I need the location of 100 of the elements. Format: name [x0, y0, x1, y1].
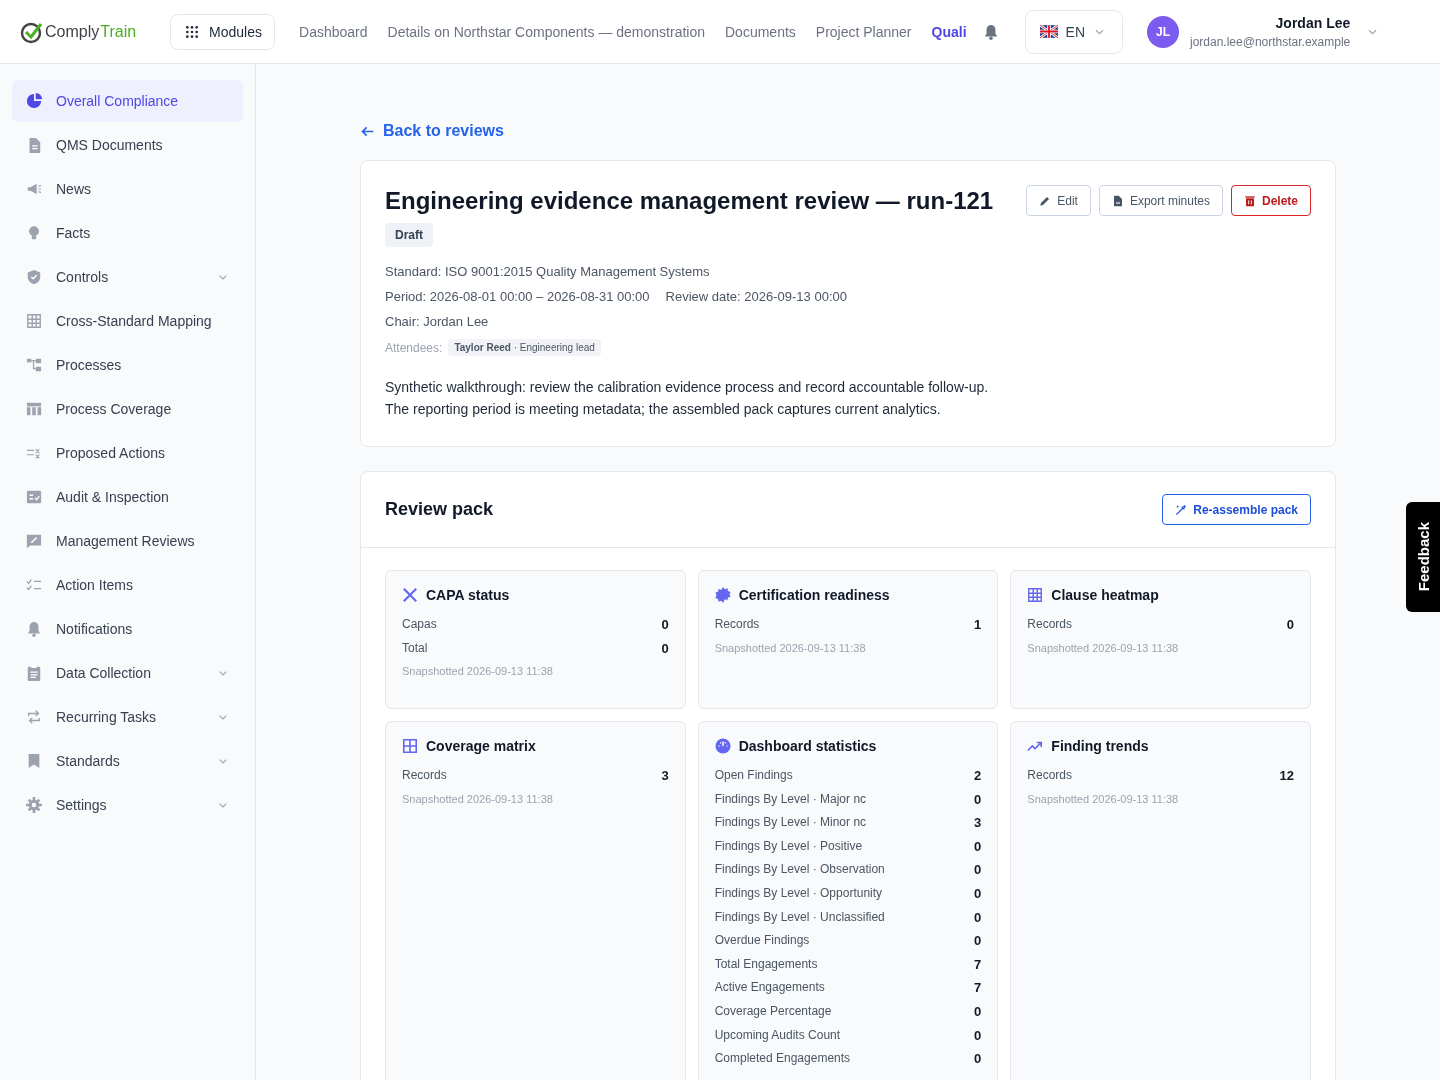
pencil-icon: [1039, 194, 1052, 207]
back-link[interactable]: Back to reviews: [360, 122, 504, 140]
sidebar-item[interactable]: Recurring Tasks: [12, 696, 243, 738]
metric-value: 7: [974, 979, 982, 998]
metric-label: Records: [402, 767, 447, 784]
sidebar-item[interactable]: Standards: [12, 740, 243, 782]
logo[interactable]: ComplyTrain: [20, 19, 137, 44]
metric-value: 0: [974, 837, 982, 856]
metric-value: 0: [661, 639, 669, 658]
widget-title: Coverage matrix: [426, 738, 536, 754]
delete-button[interactable]: Delete: [1230, 185, 1311, 216]
table-icon: [26, 401, 42, 417]
metric-value: 0: [974, 1026, 982, 1045]
sidebar-item[interactable]: Management Reviews: [12, 520, 243, 562]
metric-label: Findings By Level · Opportunity: [714, 884, 883, 902]
metric-value: 7: [974, 955, 982, 974]
sidebar-item[interactable]: Processes: [12, 344, 243, 386]
shield-icon: [26, 269, 42, 285]
metric-label: Records: [1027, 616, 1072, 633]
sidebar-item[interactable]: Cross-Standard Mapping: [12, 300, 243, 342]
sidebar-item[interactable]: Proposed Actions: [12, 432, 243, 474]
attendees-label: Attendees:: [385, 340, 443, 355]
hierarchy-icon: [26, 357, 42, 373]
metric-value: 0: [974, 861, 982, 880]
metric-label: Capas: [402, 616, 437, 633]
metric-value: 1: [974, 616, 982, 634]
feedback-tab[interactable]: Feedback: [1406, 502, 1440, 612]
metric-label: Findings By Level · Observation: [714, 861, 885, 879]
clipboard-icon: [26, 665, 42, 681]
snapshot-text: Snapshotted 2026-09-13 11:38: [402, 665, 554, 678]
flag-icon: [1039, 25, 1058, 38]
widget-title: CAPA status: [426, 587, 510, 603]
sidebar-item[interactable]: Action Items: [12, 564, 243, 606]
nav-link[interactable]: Details on Northstar Components — demonstration: [387, 23, 705, 40]
badge-icon: [714, 587, 731, 603]
metric-label: Total Engagements: [714, 955, 818, 973]
metric-label: Findings By Level · Major nc: [714, 790, 867, 808]
metric-value: 0: [1286, 616, 1294, 634]
metric-value: 0: [974, 884, 982, 903]
section-title: Review pack: [385, 499, 494, 520]
metric-label: Upcoming Audits Count: [714, 1026, 841, 1044]
sidebar-item[interactable]: Data Collection: [12, 652, 243, 694]
metric-label: Open Findings: [714, 767, 793, 784]
lightbulb-icon: [26, 225, 42, 241]
widget-title: Finding trends: [1051, 738, 1149, 754]
metric-label: Total: [402, 639, 428, 657]
sidebar-item[interactable]: QMS Documents: [12, 124, 243, 166]
grid-icon: [1027, 587, 1044, 603]
standard-text: Standard: ISO 9001:2015 Quality Management Systems: [385, 263, 711, 281]
description-text: Synthetic walkthrough: review the calibration evidence process and record accountable follow-up. The reporting period is meeting metadata; the assembled pack captures current analytics.: [385, 378, 990, 419]
user-email: jordan.lee@northstar.example: [1190, 34, 1351, 49]
widget-title: Certification readiness: [738, 587, 890, 603]
sidebar-item[interactable]: Audit & Inspection: [12, 476, 243, 518]
attendee-tag: Taylor Reed · Engineering lead: [448, 339, 601, 356]
snapshot-text: Snapshotted 2026-09-13 11:38: [714, 641, 867, 654]
gauge-icon: [714, 738, 731, 754]
checklist-icon: [26, 577, 42, 593]
nav-link[interactable]: Project Planner: [815, 23, 912, 40]
metric-label: Completed Engagements: [714, 1050, 851, 1068]
sidebar-item[interactable]: Overall Compliance: [12, 80, 243, 122]
status-badge: Draft: [385, 223, 433, 247]
avatar[interactable]: JL: [1147, 15, 1179, 48]
widget-title: Clause heatmap: [1051, 587, 1159, 603]
metric-label: Records: [1027, 767, 1072, 784]
metric-label: Coverage Percentage: [714, 1002, 832, 1020]
metric-value: 0: [974, 1050, 982, 1069]
metric-label: Overdue Findings: [714, 932, 810, 950]
sidebar-item[interactable]: Notifications: [12, 608, 243, 650]
repeat-icon: [26, 709, 42, 725]
checklist-icon: [26, 489, 42, 505]
sidebar-item[interactable]: Controls: [12, 256, 243, 298]
bookmark-icon: [26, 753, 42, 769]
metric-label: Active Engagements: [714, 979, 825, 997]
metric-value: 0: [661, 616, 669, 634]
widget-title: Dashboard statistics: [738, 738, 877, 754]
re-assemble-button[interactable]: Re-assemble pack: [1162, 494, 1311, 525]
chat-icon: [26, 533, 42, 549]
grid-icon: [26, 313, 42, 329]
sidebar-item[interactable]: Process Coverage: [12, 388, 243, 430]
snapshot-text: Snapshotted 2026-09-13 11:38: [402, 792, 554, 805]
bell-icon[interactable]: [982, 23, 999, 40]
metric-value: 0: [974, 908, 982, 927]
metric-value: 3: [661, 767, 669, 785]
nav-link[interactable]: Dashboard: [299, 23, 368, 40]
chair-text: Chair: Jordan Lee: [385, 313, 490, 331]
language-selector[interactable]: EN: [1024, 9, 1123, 54]
sidebar-item[interactable]: Facts: [12, 212, 243, 254]
snapshot-text: Snapshotted 2026-09-13 11:38: [1027, 792, 1180, 805]
pie-chart-icon: [26, 93, 42, 109]
nav-link[interactable]: Quali: [931, 23, 967, 40]
user-name: Jordan Lee: [1274, 14, 1351, 31]
export-button[interactable]: Export minutes: [1098, 185, 1223, 216]
sidebar-item[interactable]: Settings: [12, 784, 243, 826]
edit-button[interactable]: Edit: [1026, 185, 1091, 216]
metric-value: 3: [974, 814, 982, 833]
sidebar-item[interactable]: News: [12, 168, 243, 210]
metric-value: 12: [1279, 767, 1294, 785]
wand-icon: [1175, 503, 1188, 516]
modules-button[interactable]: Modules: [170, 13, 275, 50]
nav-link[interactable]: Documents: [725, 23, 796, 40]
